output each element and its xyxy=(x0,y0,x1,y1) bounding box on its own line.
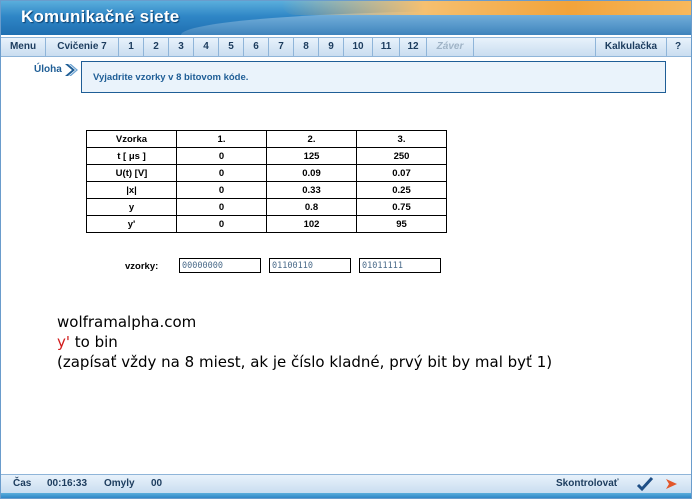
table-cell: t [ μs ] xyxy=(86,147,177,165)
conclusion-button[interactable]: Záver xyxy=(427,38,474,56)
table-cell: 0.33 xyxy=(266,181,357,199)
checkmark-icon[interactable] xyxy=(636,476,654,492)
table-header-row: Vzorka 1. 2. 3. xyxy=(86,130,447,148)
samples-table: Vzorka 1. 2. 3. t [ μs ] 0 125 250 U(t) … xyxy=(86,130,447,233)
table-cell: y' xyxy=(86,215,177,233)
note-line-2: y' to bin xyxy=(57,332,552,352)
next-arrow-icon[interactable] xyxy=(664,477,680,491)
table-cell: 0 xyxy=(176,181,267,199)
sample-3-input[interactable]: 01011111 xyxy=(359,258,441,273)
task-label: Úloha xyxy=(34,64,62,75)
errors-value: 00 xyxy=(151,478,163,489)
table-cell: 0.07 xyxy=(356,164,447,182)
exercise-button[interactable]: Cvičenie 7 xyxy=(46,38,119,56)
app-window: Komunikačné siete Menu Cvičenie 7 1 2 3 … xyxy=(0,0,692,499)
title-orange-band xyxy=(281,1,691,15)
note-red-text: y' xyxy=(57,333,71,351)
table-row: t [ μs ] 0 125 250 xyxy=(86,147,447,165)
page-5-button[interactable]: 5 xyxy=(219,38,244,56)
footer-bar: Čas 00:16:33 Omyly 00 Skontrolovať xyxy=(1,474,691,494)
table-header-cell: 3. xyxy=(356,130,447,148)
table-cell: 250 xyxy=(356,147,447,165)
nav-bar: Menu Cvičenie 7 1 2 3 4 5 6 7 8 9 10 11 … xyxy=(1,37,691,57)
app-title: Komunikačné siete xyxy=(21,7,180,26)
footer-accent xyxy=(1,493,691,498)
table-cell: 95 xyxy=(356,215,447,233)
table-cell: 0 xyxy=(176,147,267,165)
sample-2-input[interactable]: 01100110 xyxy=(269,258,351,273)
table-row: y 0 0.8 0.75 xyxy=(86,198,447,216)
table-cell: 0 xyxy=(176,164,267,182)
table-cell: 0.25 xyxy=(356,181,447,199)
samples-label: vzorky: xyxy=(125,261,159,272)
page-8-button[interactable]: 8 xyxy=(294,38,319,56)
table-cell: 0.09 xyxy=(266,164,357,182)
task-box: Vyjadrite vzorky v 8 bitovom kóde. xyxy=(81,61,666,93)
chevron-right-icon xyxy=(65,64,78,76)
page-7-button[interactable]: 7 xyxy=(269,38,294,56)
page-11-button[interactable]: 11 xyxy=(373,38,400,56)
note-line-1: wolframalpha.com xyxy=(57,313,197,331)
note-line-3: (zapísať vždy na 8 miest, ak je číslo kl… xyxy=(57,353,553,371)
page-2-button[interactable]: 2 xyxy=(144,38,169,56)
check-button[interactable]: Skontrolovať xyxy=(556,475,619,493)
note-line-2-text: to bin xyxy=(70,333,118,351)
page-6-button[interactable]: 6 xyxy=(244,38,269,56)
title-bar: Komunikačné siete xyxy=(1,1,691,35)
page-10-button[interactable]: 10 xyxy=(344,38,373,56)
time-value: 00:16:33 xyxy=(47,478,88,489)
table-cell: 102 xyxy=(266,215,357,233)
table-cell: 125 xyxy=(266,147,357,165)
page-4-button[interactable]: 4 xyxy=(194,38,219,56)
page-9-button[interactable]: 9 xyxy=(319,38,344,56)
table-header-cell: Vzorka xyxy=(86,130,177,148)
table-row: |x| 0 0.33 0.25 xyxy=(86,181,447,199)
table-header-cell: 2. xyxy=(266,130,357,148)
time-label: Čas xyxy=(13,478,32,489)
table-cell: y xyxy=(86,198,177,216)
calculator-button[interactable]: Kalkulačka xyxy=(595,38,667,56)
help-button[interactable]: ? xyxy=(667,38,689,56)
table-row: y' 0 102 95 xyxy=(86,215,447,233)
errors-label: Omyly xyxy=(104,478,135,489)
page-12-button[interactable]: 12 xyxy=(400,38,427,56)
table-cell: 0 xyxy=(176,215,267,233)
page-1-button[interactable]: 1 xyxy=(119,38,144,56)
table-cell: 0.75 xyxy=(356,198,447,216)
table-header-cell: 1. xyxy=(176,130,267,148)
sample-1-input[interactable]: 00000000 xyxy=(179,258,261,273)
table-cell: |x| xyxy=(86,181,177,199)
task-text: Vyjadrite vzorky v 8 bitovom kóde. xyxy=(93,72,249,83)
table-cell: 0.8 xyxy=(266,198,357,216)
table-row: U(t) [V] 0 0.09 0.07 xyxy=(86,164,447,182)
table-cell: 0 xyxy=(176,198,267,216)
table-cell: U(t) [V] xyxy=(86,164,177,182)
page-3-button[interactable]: 3 xyxy=(169,38,194,56)
menu-button[interactable]: Menu xyxy=(1,38,46,56)
notes: wolframalpha.com y' to bin (zapísať vždy… xyxy=(57,312,552,372)
